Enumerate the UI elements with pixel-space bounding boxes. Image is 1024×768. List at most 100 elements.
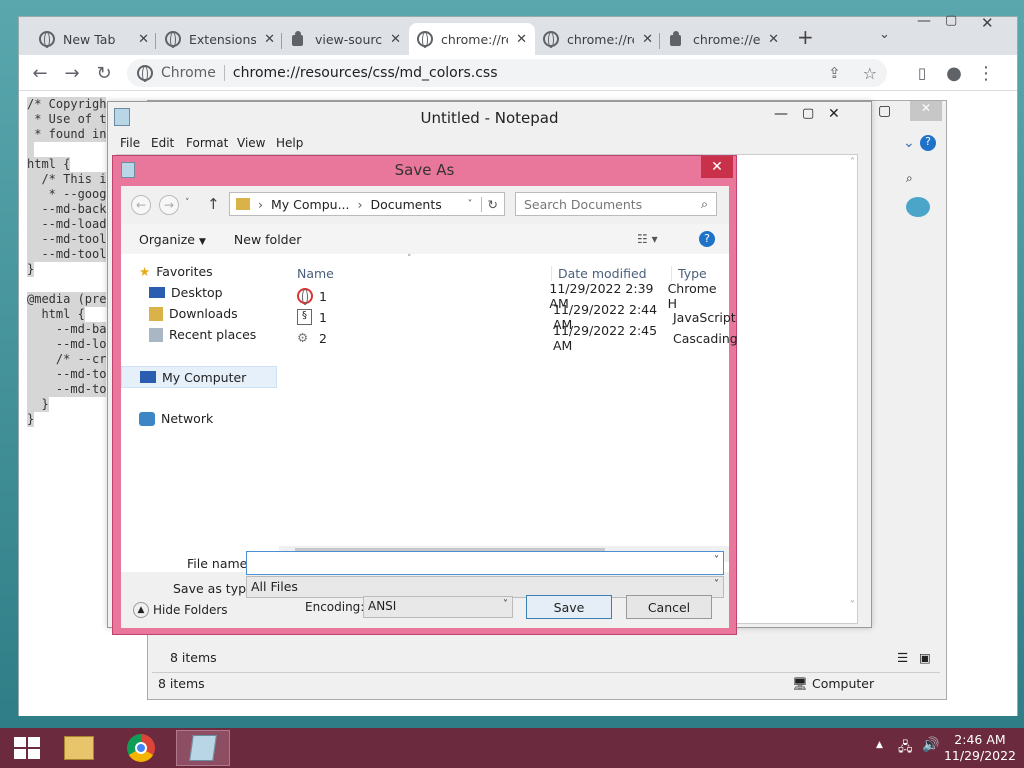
address-bar[interactable]: › My Compu... › Documents ˅ ↻ — [229, 192, 505, 216]
tab-extensions-2[interactable]: chrome://ex ✕ — [661, 23, 787, 55]
tab-extensions[interactable]: Extensions ✕ — [157, 23, 283, 55]
file-row[interactable]: ⚙ 2 11/29/2022 2:45 AM Cascading — [297, 323, 738, 353]
search-icon: ⌕ — [700, 196, 708, 211]
profile-avatar[interactable]: ● — [941, 61, 967, 85]
column-header-name[interactable]: Name — [297, 266, 334, 281]
close-icon[interactable]: ✕ — [390, 32, 401, 47]
chrome-taskbar[interactable] — [114, 730, 168, 766]
volume-icon[interactable]: 🔊 — [922, 737, 939, 753]
save-button[interactable]: Save — [526, 595, 612, 619]
chevron-down-icon[interactable]: ˅ — [468, 199, 473, 210]
close-icon[interactable]: ✕ — [642, 32, 653, 47]
gear-file-icon: ⚙ — [297, 330, 309, 345]
nav-my-computer[interactable]: My Computer — [121, 366, 277, 388]
help-icon[interactable]: ? — [699, 231, 715, 247]
clock[interactable]: 2:46 AM 11/29/2022 — [940, 732, 1020, 764]
maximize-button[interactable]: ▢ — [945, 13, 957, 28]
close-icon[interactable]: ✕ — [264, 32, 275, 47]
encoding-select[interactable]: ANSI ˅ — [363, 596, 513, 618]
cancel-button[interactable]: Cancel — [626, 595, 712, 619]
code-line: --md-tool — [27, 232, 107, 247]
nav-downloads[interactable]: Downloads — [149, 306, 238, 321]
bookmark-star-icon[interactable]: ☆ — [863, 64, 877, 83]
file-name: 2 — [319, 330, 327, 346]
show-hidden-icons[interactable]: ▲ — [876, 740, 883, 750]
scroll-down-icon[interactable]: ˅ — [850, 600, 855, 611]
network-tray-icon[interactable]: 🖧 — [898, 738, 913, 760]
search-input[interactable]: Search Documents ⌕ — [515, 192, 717, 216]
nav-network[interactable]: Network — [139, 411, 213, 426]
close-button[interactable]: ✕ — [701, 156, 733, 178]
notepad-icon — [121, 162, 135, 178]
encoding-value: ANSI — [368, 599, 397, 613]
tab-resources-2[interactable]: chrome://re ✕ — [535, 23, 661, 55]
nav-favorites[interactable]: ★ Favorites — [139, 264, 213, 279]
folder-icon — [236, 198, 250, 210]
url-text[interactable]: chrome://resources/css/md_colors.css — [233, 65, 498, 81]
menu-file[interactable]: File — [120, 136, 140, 150]
search-icon[interactable]: ⌕ — [906, 171, 913, 186]
chevron-down-icon[interactable]: ˅ — [714, 555, 719, 566]
close-window-button[interactable]: ✕ — [828, 106, 840, 122]
tab-new-tab[interactable]: New Tab ✕ — [31, 23, 157, 55]
chevron-down-icon[interactable]: ˅ — [185, 198, 190, 208]
refresh-icon[interactable]: ↻ — [480, 196, 498, 212]
tab-view-source[interactable]: view-source: ✕ — [283, 23, 409, 55]
details-view-icon[interactable]: ☰ — [897, 650, 908, 665]
close-window-button[interactable]: ✕ — [910, 101, 942, 121]
omnibox[interactable]: Chrome chrome://resources/css/md_colors.… — [127, 59, 887, 87]
chrome-icon — [127, 734, 155, 762]
reload-button[interactable]: ↻ — [91, 61, 117, 85]
nav-desktop[interactable]: Desktop — [149, 285, 223, 300]
shell-icon — [906, 197, 930, 217]
close-icon[interactable]: ✕ — [138, 32, 149, 47]
share-icon[interactable]: ⇪ — [828, 64, 841, 82]
close-icon[interactable]: ✕ — [516, 32, 527, 47]
chrome-icon — [297, 288, 313, 305]
breadcrumb-my-computer[interactable]: My Compu... — [271, 197, 350, 212]
hide-folders-icon[interactable]: ▲ — [133, 602, 149, 618]
forward-button[interactable]: → — [59, 61, 85, 85]
close-icon[interactable]: ✕ — [768, 32, 779, 47]
tab-label: chrome://re — [567, 31, 635, 47]
nav-label: Favorites — [156, 264, 213, 279]
back-icon[interactable]: ← — [131, 195, 151, 215]
column-header-type[interactable]: Type — [671, 266, 707, 281]
new-tab-button[interactable]: + — [797, 25, 814, 49]
forward-icon[interactable]: → — [159, 195, 179, 215]
new-folder-button[interactable]: New folder — [234, 232, 302, 247]
side-panel-icon[interactable]: ▯ — [909, 61, 935, 85]
maximize-button[interactable]: ▢ — [802, 106, 814, 121]
nav-label: Network — [161, 411, 214, 426]
menu-kebab-icon[interactable]: ⋮ — [973, 61, 999, 85]
chevron-down-icon[interactable]: ⌄ — [903, 135, 915, 151]
file-name-input[interactable]: ˅ — [246, 551, 724, 575]
code-line: /* --cr — [27, 352, 107, 367]
menu-format[interactable]: Format — [186, 136, 228, 150]
scroll-up-icon[interactable]: ˄ — [850, 157, 855, 168]
menu-edit[interactable]: Edit — [151, 136, 174, 150]
minimize-button[interactable]: ▢ — [878, 103, 891, 119]
column-header-date[interactable]: Date modified — [551, 266, 647, 281]
organize-button[interactable]: Organize ▼ — [139, 232, 206, 247]
minimize-button[interactable]: — — [774, 106, 788, 122]
up-arrow-icon[interactable]: ↑ — [207, 195, 220, 213]
tab-label: chrome://ex — [693, 31, 761, 47]
tab-search-icon[interactable]: ⌄ — [879, 27, 890, 42]
save-label: Save — [553, 599, 585, 615]
breadcrumb-documents[interactable]: Documents — [371, 197, 442, 212]
hide-folders-button[interactable]: Hide Folders — [153, 603, 228, 617]
minimize-button[interactable]: — — [917, 13, 931, 29]
back-button[interactable]: ← — [27, 61, 53, 85]
file-explorer-taskbar[interactable] — [52, 730, 106, 766]
start-button[interactable] — [0, 730, 54, 766]
view-options-icon[interactable]: ☷ ▾ — [637, 232, 658, 246]
menu-help[interactable]: Help — [276, 136, 303, 150]
menu-view[interactable]: View — [237, 136, 265, 150]
help-icon[interactable]: ? — [920, 135, 936, 151]
close-window-button[interactable]: ✕ — [981, 14, 994, 32]
large-icons-view-icon[interactable]: ▣ — [919, 650, 931, 665]
tab-active-resources[interactable]: chrome://re ✕ — [409, 23, 535, 55]
nav-recent-places[interactable]: Recent places — [149, 327, 256, 342]
notepad-taskbar[interactable] — [176, 730, 230, 766]
